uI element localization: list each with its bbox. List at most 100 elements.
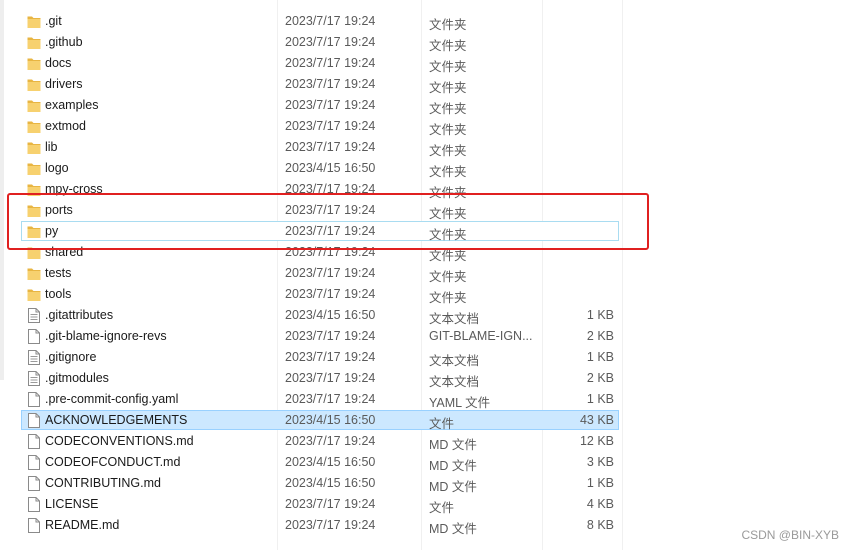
file-size: 1 KB [586,308,614,322]
folder-icon [27,98,41,113]
file-row[interactable]: .gitignore 2023/7/17 19:24 文本文档 1 KB [21,347,619,368]
file-icon [27,455,41,470]
file-date: 2023/7/17 19:24 [285,98,376,112]
file-list: .git 2023/7/17 19:24 文件夹 .github 2023/7/17 1… [0,0,853,550]
file-name: drivers [45,77,83,91]
file-date: 2023/4/15 16:50 [285,413,376,427]
file-date: 2023/7/17 19:24 [285,518,376,532]
file-date: 2023/4/15 16:50 [285,455,376,469]
file-name: CONTRIBUTING.md [45,476,161,490]
file-type: MD 文件 [429,438,477,452]
file-name: logo [45,161,69,175]
text-document-icon [27,371,41,386]
file-size: 43 KB [579,413,614,427]
file-row[interactable]: logo 2023/4/15 16:50 文件夹 [21,158,619,179]
text-document-icon [27,308,41,323]
file-type: 文本文档 [429,354,480,368]
file-icon [27,329,41,344]
file-icon [27,497,41,512]
file-size: 4 KB [586,497,614,511]
file-row[interactable]: README.md 2023/7/17 19:24 MD 文件 8 KB [21,515,619,536]
file-row[interactable]: .git 2023/7/17 19:24 文件夹 [21,11,619,32]
file-type: MD 文件 [429,480,477,494]
file-row[interactable]: .github 2023/7/17 19:24 文件夹 [21,32,619,53]
file-type: 文件夹 [429,81,467,95]
file-date: 2023/4/15 16:50 [285,161,376,175]
file-row[interactable]: docs 2023/7/17 19:24 文件夹 [21,53,619,74]
file-name: lib [45,140,58,154]
folder-icon [27,14,41,29]
file-type: 文件夹 [429,102,467,116]
file-size: 8 KB [586,518,614,532]
file-type: 文件夹 [429,270,467,284]
file-name: .pre-commit-config.yaml [45,392,179,406]
scrollbar-track[interactable] [0,0,4,380]
file-date: 2023/7/17 19:24 [285,392,376,406]
folder-icon [27,119,41,134]
file-date: 2023/7/17 19:24 [285,14,376,28]
file-row[interactable]: .gitattributes 2023/4/15 16:50 文本文档 1 KB [21,305,619,326]
file-name: CODEOFCONDUCT.md [45,455,181,469]
file-row[interactable]: tests 2023/7/17 19:24 文件夹 [21,263,619,284]
file-icon [27,518,41,533]
file-name: LICENSE [45,497,99,511]
file-name: .gitmodules [45,371,109,385]
file-name: examples [45,98,99,112]
folder-icon [27,77,41,92]
file-date: 2023/7/17 19:24 [285,329,376,343]
file-size: 1 KB [586,392,614,406]
file-row[interactable]: extmod 2023/7/17 19:24 文件夹 [21,116,619,137]
red-highlight-annotation [7,193,649,250]
file-size: 12 KB [579,434,614,448]
file-size: 1 KB [586,476,614,490]
folder-icon [27,140,41,155]
file-type: YAML 文件 [429,396,491,410]
file-row[interactable]: tools 2023/7/17 19:24 文件夹 [21,284,619,305]
file-row[interactable]: CODEOFCONDUCT.md 2023/4/15 16:50 MD 文件 3 KB [21,452,619,473]
file-name: tools [45,287,72,301]
file-row[interactable]: lib 2023/7/17 19:24 文件夹 [21,137,619,158]
file-row[interactable]: .pre-commit-config.yaml 2023/7/17 19:24 YA… [21,389,619,410]
file-name: .github [45,35,83,49]
file-type: GIT-BLAME-IGN... [429,329,533,343]
file-row[interactable]: .gitmodules 2023/7/17 19:24 文本文档 2 KB [21,368,619,389]
file-date: 2023/7/17 19:24 [285,287,376,301]
file-name: ACKNOWLEDGEMENTS [45,413,188,427]
file-type: 文本文档 [429,312,480,326]
file-date: 2023/4/15 16:50 [285,476,376,490]
folder-icon [27,161,41,176]
file-row[interactable]: ACKNOWLEDGEMENTS 2023/4/15 16:50 文件 43 KB [21,410,619,431]
file-date: 2023/7/17 19:24 [285,371,376,385]
file-name: .gitignore [45,350,97,364]
file-type: 文件夹 [429,291,467,305]
folder-icon [27,56,41,71]
file-date: 2023/7/17 19:24 [285,497,376,511]
file-row[interactable]: LICENSE 2023/7/17 19:24 文件 4 KB [21,494,619,515]
file-type: 文件夹 [429,39,467,53]
file-date: 2023/7/17 19:24 [285,77,376,91]
file-icon [27,434,41,449]
file-size: 2 KB [586,371,614,385]
file-type: 文件 [429,417,455,431]
file-type: MD 文件 [429,459,477,473]
file-name: docs [45,56,72,70]
file-date: 2023/7/17 19:24 [285,434,376,448]
file-type: 文件夹 [429,165,467,179]
file-row[interactable]: CODECONVENTIONS.md 2023/7/17 19:24 MD 文件 12… [21,431,619,452]
file-row[interactable]: drivers 2023/7/17 19:24 文件夹 [21,74,619,95]
file-date: 2023/7/17 19:24 [285,56,376,70]
file-row[interactable]: .git-blame-ignore-revs 2023/7/17 19:24 GIT… [21,326,619,346]
file-type: MD 文件 [429,522,477,536]
file-icon [27,476,41,491]
file-row[interactable]: CONTRIBUTING.md 2023/4/15 16:50 MD 文件 1 KB [21,473,619,494]
file-date: 2023/7/17 19:24 [285,266,376,280]
file-row[interactable]: examples 2023/7/17 19:24 文件夹 [21,95,619,116]
folder-icon [27,35,41,50]
folder-icon [27,266,41,281]
file-type: 文件夹 [429,123,467,137]
column-divider [622,0,623,550]
folder-icon [27,287,41,302]
file-name: .git [45,14,62,28]
file-name: .git-blame-ignore-revs [45,329,167,343]
watermark: CSDN @BIN-XYB [741,528,839,542]
